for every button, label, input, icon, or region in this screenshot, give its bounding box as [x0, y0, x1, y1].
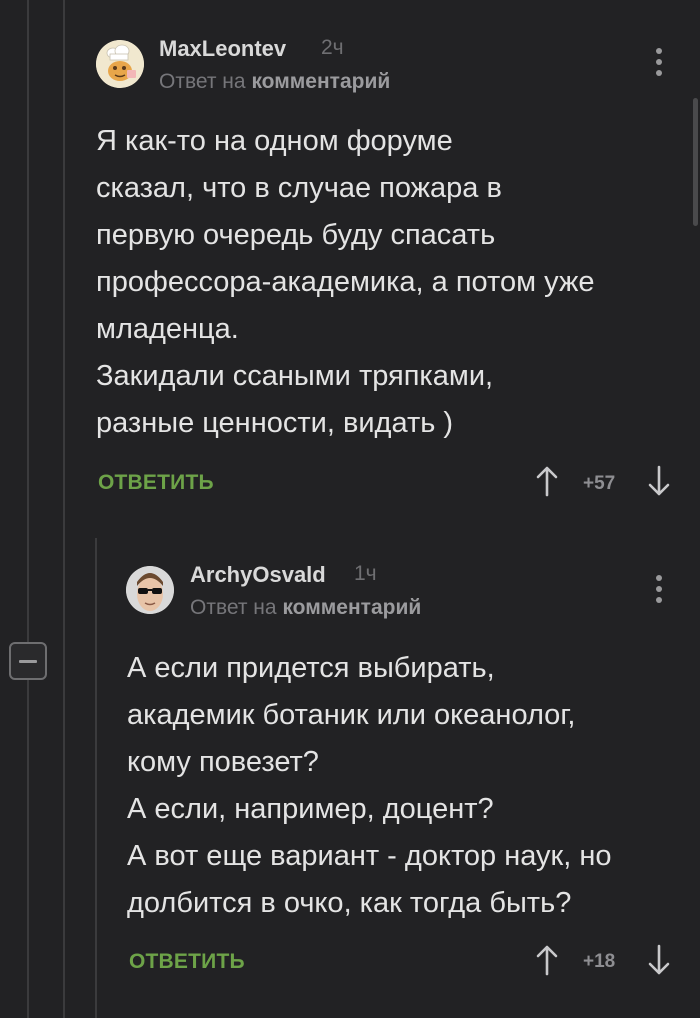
comment-text-line: Закидали ссаными тряпками, — [96, 360, 494, 392]
comment-text-line: кому повезет? — [127, 746, 319, 778]
more-menu-icon[interactable] — [649, 569, 669, 609]
comment-text-line: первую очередь буду спасать — [96, 219, 496, 251]
reply-to-target[interactable]: комментарий — [251, 70, 390, 93]
arrow-up-icon[interactable] — [535, 465, 559, 497]
comment-text-line: разные ценности, видать ) — [96, 407, 454, 439]
sunglasses-avatar-icon — [126, 566, 174, 614]
reply-to-link[interactable]: Ответ на комментарий — [159, 70, 390, 94]
comment-body: Я как-то на одном форуме сказал, что в с… — [96, 118, 594, 447]
thread-line-level-2 — [95, 538, 97, 1018]
comment-text-line: младенца. — [96, 313, 239, 345]
reply-to-link[interactable]: Ответ на комментарий — [190, 596, 421, 620]
comment-text-line: А если придется выбирать, — [127, 652, 495, 684]
thread-line-outer — [27, 0, 29, 1018]
comment-text-line: долбится в очко, как тогда быть? — [127, 887, 572, 919]
comment-text-line: Я как-то на одном форуме — [96, 125, 453, 157]
comment-text-line: сказал, что в случае пожара в — [96, 172, 502, 204]
scrollbar[interactable] — [693, 98, 698, 226]
thread-line-level-1 — [63, 0, 65, 1018]
reply-to-prefix: Ответ на — [190, 596, 277, 619]
reply-button[interactable]: ОТВЕТИТЬ — [129, 950, 245, 974]
timestamp: 2ч — [321, 36, 344, 59]
rating-count: +18 — [583, 951, 616, 972]
comment-text-line: академик ботаник или океанолог, — [127, 699, 576, 731]
arrow-down-icon[interactable] — [647, 944, 671, 976]
reply-to-target[interactable]: комментарий — [282, 596, 421, 619]
username[interactable]: MaxLeontev — [159, 36, 286, 62]
timestamp: 1ч — [354, 562, 377, 585]
username[interactable]: ArchyOsvald — [190, 562, 326, 588]
reply-button[interactable]: ОТВЕТИТЬ — [98, 471, 214, 495]
rating-count: +57 — [583, 473, 616, 494]
more-menu-icon[interactable] — [649, 42, 669, 82]
arrow-down-icon[interactable] — [647, 465, 671, 497]
collapse-thread-button[interactable] — [9, 642, 47, 680]
avatar[interactable] — [96, 40, 144, 88]
avatar[interactable] — [126, 566, 174, 614]
comment-text-line: А вот еще вариант - доктор наук, но — [127, 840, 612, 872]
arrow-up-icon[interactable] — [535, 944, 559, 976]
comment-text-line: А если, например, доцент? — [127, 793, 494, 825]
reply-to-prefix: Ответ на — [159, 70, 246, 93]
comment-body: А если придется выбирать, академик ботан… — [127, 645, 612, 927]
comment-text-line: профессора-академика, а потом уже — [96, 266, 595, 298]
chef-avatar-icon — [96, 40, 144, 88]
minus-icon — [19, 659, 37, 663]
